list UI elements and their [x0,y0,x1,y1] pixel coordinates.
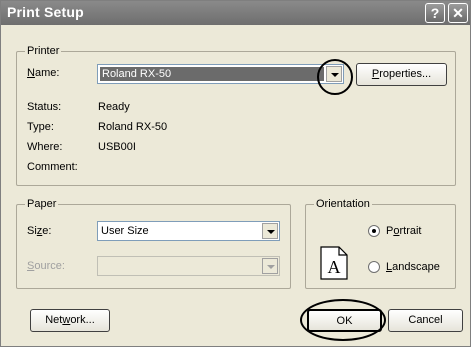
source-label: Source: [27,260,65,272]
name-label: Name: [27,67,60,79]
print-setup-dialog: Print Setup ? ✕ Printer Name: Roland RX-… [0,0,471,347]
landscape-radio[interactable] [368,261,380,273]
paper-size-select[interactable]: User Size [97,221,280,241]
network-button[interactable]: Network... [30,309,110,332]
chevron-down-icon[interactable] [262,223,278,239]
printer-name-value: Roland RX-50 [102,68,172,80]
type-value: Roland RX-50 [98,121,168,133]
where-value: USB00I [98,141,136,153]
paper-source-select [97,256,280,276]
paper-size-value: User Size [101,225,149,237]
size-label: Size: [27,225,52,237]
properties-button[interactable]: Properties... [356,63,447,86]
chevron-down-icon [262,258,278,274]
cancel-button[interactable]: Cancel [388,309,463,332]
comment-label: Comment: [27,161,78,173]
paper-legend: Paper [25,198,59,210]
status-label: Status: [27,101,62,113]
ok-button[interactable]: OK [307,309,382,332]
help-icon: ? [430,5,440,21]
portrait-page-icon: A [320,246,348,280]
landscape-label[interactable]: Landscape [386,261,440,273]
type-label: Type: [27,121,54,133]
portrait-label[interactable]: Portrait [386,225,421,237]
title-bar: Print Setup ? ✕ [1,1,470,25]
dialog-title: Print Setup [7,4,84,20]
close-button[interactable]: ✕ [448,3,468,23]
paper-group: Paper [16,198,291,289]
where-label: Where: [27,141,63,153]
printer-name-select[interactable]: Roland RX-50 [97,64,344,84]
svg-text:A: A [328,257,341,277]
status-value: Ready [98,101,130,113]
portrait-radio[interactable] [368,225,380,237]
orientation-legend: Orientation [314,198,372,210]
chevron-down-icon[interactable] [326,66,342,82]
printer-legend: Printer [25,45,62,57]
help-button[interactable]: ? [425,3,445,23]
close-icon: ✕ [452,5,464,21]
